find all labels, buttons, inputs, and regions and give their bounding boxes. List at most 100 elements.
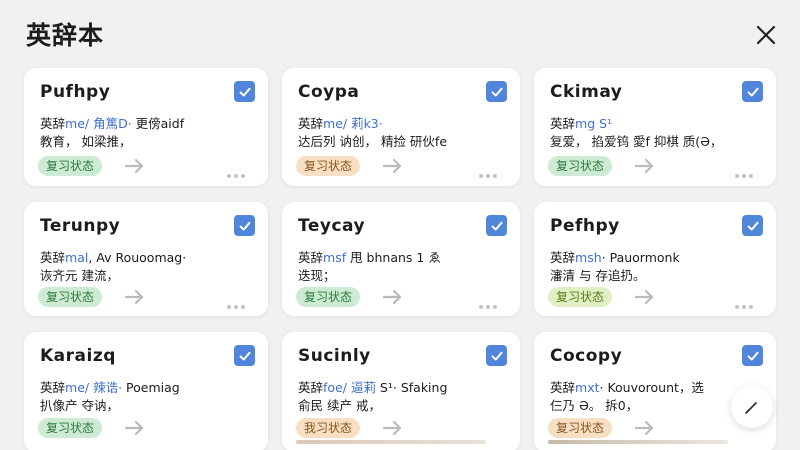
arrow-right-icon — [382, 420, 402, 436]
page-title: 英辞本 — [26, 21, 105, 50]
arrow-right-icon — [634, 158, 654, 174]
card-checkbox[interactable] — [486, 345, 507, 366]
next-arrow-button[interactable] — [124, 418, 146, 438]
arrow-right-icon — [124, 289, 144, 305]
more-dots-icon — [479, 174, 497, 178]
definition-text: Poemiag — [122, 380, 180, 395]
card-example-line: 教育， 如梁推， — [40, 134, 132, 149]
definition-prefix: 英辞 — [550, 250, 576, 265]
more-dots-icon — [227, 305, 245, 309]
more-dots-icon — [735, 174, 753, 178]
phonetic-text: me/ 角篤D· — [65, 116, 132, 131]
card-word: Pufhpy — [40, 82, 111, 102]
more-options-button[interactable] — [478, 164, 498, 178]
next-arrow-button[interactable] — [382, 287, 404, 307]
arrow-right-icon — [124, 420, 144, 436]
card-word: Sucinly — [298, 346, 371, 366]
check-icon — [239, 351, 250, 360]
word-card[interactable]: Pufhpy 英辞me/ 角篤D· 更傍aidf 教育， 如梁推， 复习状态 — [24, 68, 268, 186]
review-status-badge[interactable]: 复习状态 — [38, 156, 103, 176]
review-status-badge[interactable]: 复习状态 — [548, 418, 613, 438]
arrow-right-icon — [124, 158, 144, 174]
word-card[interactable]: Sucinly 英辞foe/ 逼莉 S¹· Sfaking 俞民 续产 戒， 我… — [282, 332, 520, 450]
edit-button[interactable] — [731, 386, 773, 428]
card-example-line: 复爱， 掐爱钨 愛f 抑棋 质(Ә， — [550, 134, 723, 149]
review-status-badge[interactable]: 复习状态 — [296, 287, 361, 307]
phonetic-text: msf — [323, 250, 347, 265]
card-word: Ckimay — [550, 82, 623, 102]
word-card[interactable]: Coypa 英辞me/ 莉k3· 达后列 讷创， 精捡 研伙fe 复习状态 — [282, 68, 520, 186]
review-status-badge[interactable]: 复习状态 — [38, 287, 103, 307]
word-card[interactable]: Pefhpy 英辞msh· Pauormonk 瀋清 与 存追扔。 复习状态 — [534, 202, 776, 316]
card-word: Pefhpy — [550, 216, 620, 236]
card-checkbox[interactable] — [234, 345, 255, 366]
word-card[interactable]: Ckimay 英辞mg S¹ 复爱， 掐爱钨 愛f 抑棋 质(Ә， 复习状态 — [534, 68, 776, 186]
review-status-badge[interactable]: 复习状态 — [548, 156, 613, 176]
card-checkbox[interactable] — [234, 215, 255, 236]
card-example-line: 俞民 续产 戒， — [298, 398, 381, 413]
check-icon — [747, 87, 758, 96]
review-status-badge[interactable]: 我习状态 — [296, 418, 361, 438]
next-arrow-button[interactable] — [382, 156, 404, 176]
card-checkbox[interactable] — [742, 345, 763, 366]
more-options-button[interactable] — [226, 295, 246, 309]
next-arrow-button[interactable] — [124, 156, 146, 176]
check-icon — [491, 351, 502, 360]
word-card[interactable]: Karaizq 英辞me/ 辣诰· Poemiag 扒像产 夺讷， 复习状态 — [24, 332, 268, 450]
word-card-grid: Pufhpy 英辞me/ 角篤D· 更傍aidf 教育， 如梁推， 复习状态 C… — [24, 68, 776, 450]
card-definition-line: 英辞me/ 莉k3· — [298, 113, 383, 132]
review-status-badge[interactable]: 复习状态 — [38, 418, 103, 438]
phonetic-text: msh — [575, 250, 602, 265]
card-word: Terunpy — [40, 216, 121, 236]
review-status-badge[interactable]: 复习状态 — [548, 287, 613, 307]
next-arrow-button[interactable] — [124, 287, 146, 307]
pencil-icon — [745, 402, 757, 414]
card-checkbox[interactable] — [486, 215, 507, 236]
close-icon — [756, 25, 776, 45]
scroll-peek-strip — [296, 440, 486, 444]
next-arrow-button[interactable] — [634, 418, 656, 438]
next-arrow-button[interactable] — [634, 156, 656, 176]
phonetic-text: mg S¹ — [575, 116, 613, 131]
more-options-button[interactable] — [226, 164, 246, 178]
definition-text: · Pauormonk — [601, 250, 680, 265]
definition-text: S¹· Sfaking — [375, 380, 448, 395]
next-arrow-button[interactable] — [634, 287, 656, 307]
card-word: Karaizq — [40, 346, 116, 366]
card-definition-line: 英辞me/ 角篤D· 更傍aidf — [40, 113, 184, 132]
card-checkbox[interactable] — [742, 215, 763, 236]
card-checkbox[interactable] — [234, 81, 255, 102]
word-card[interactable]: Terunpy 英辞mal, Av Rouoomag· 诙齐元 建流， 复习状态 — [24, 202, 268, 316]
more-options-button[interactable] — [734, 295, 754, 309]
card-example-line: 迭现； — [298, 268, 336, 283]
arrow-right-icon — [634, 289, 654, 305]
card-definition-line: 英辞mxt· Kouvorount，选 — [550, 377, 704, 396]
card-definition-line: 英辞msf 甩 bhnans 1 ゑ — [298, 247, 441, 266]
card-example-line: 瀋清 与 存追扔。 — [550, 268, 646, 283]
next-arrow-button[interactable] — [382, 418, 404, 438]
definition-prefix: 英辞 — [40, 380, 66, 395]
definition-prefix: 英辞 — [550, 380, 576, 395]
card-example-line: 扒像产 夺讷， — [40, 398, 119, 413]
definition-prefix: 英辞 — [298, 250, 324, 265]
word-card[interactable]: Teycay 英辞msf 甩 bhnans 1 ゑ 迭现； 复习状态 — [282, 202, 520, 316]
card-word: Cocopy — [550, 346, 623, 366]
close-button[interactable] — [752, 21, 780, 49]
check-icon — [239, 87, 250, 96]
arrow-right-icon — [634, 420, 654, 436]
more-options-button[interactable] — [478, 295, 498, 309]
card-example-line: 达后列 讷创， 精捡 研伙fe — [298, 134, 448, 149]
more-options-button[interactable] — [734, 164, 754, 178]
review-status-badge[interactable]: 复习状态 — [296, 156, 361, 176]
arrow-right-icon — [382, 158, 402, 174]
phonetic-text: mal — [65, 250, 89, 265]
definition-text: 甩 bhnans 1 ゑ — [346, 250, 441, 265]
definition-prefix: 英辞 — [40, 116, 66, 131]
check-icon — [747, 351, 758, 360]
more-dots-icon — [227, 174, 245, 178]
definition-prefix: 英辞 — [298, 116, 324, 131]
card-definition-line: 英辞mal, Av Rouoomag· — [40, 247, 186, 266]
card-example-line: 诙齐元 建流， — [40, 268, 119, 283]
card-checkbox[interactable] — [486, 81, 507, 102]
card-checkbox[interactable] — [742, 81, 763, 102]
